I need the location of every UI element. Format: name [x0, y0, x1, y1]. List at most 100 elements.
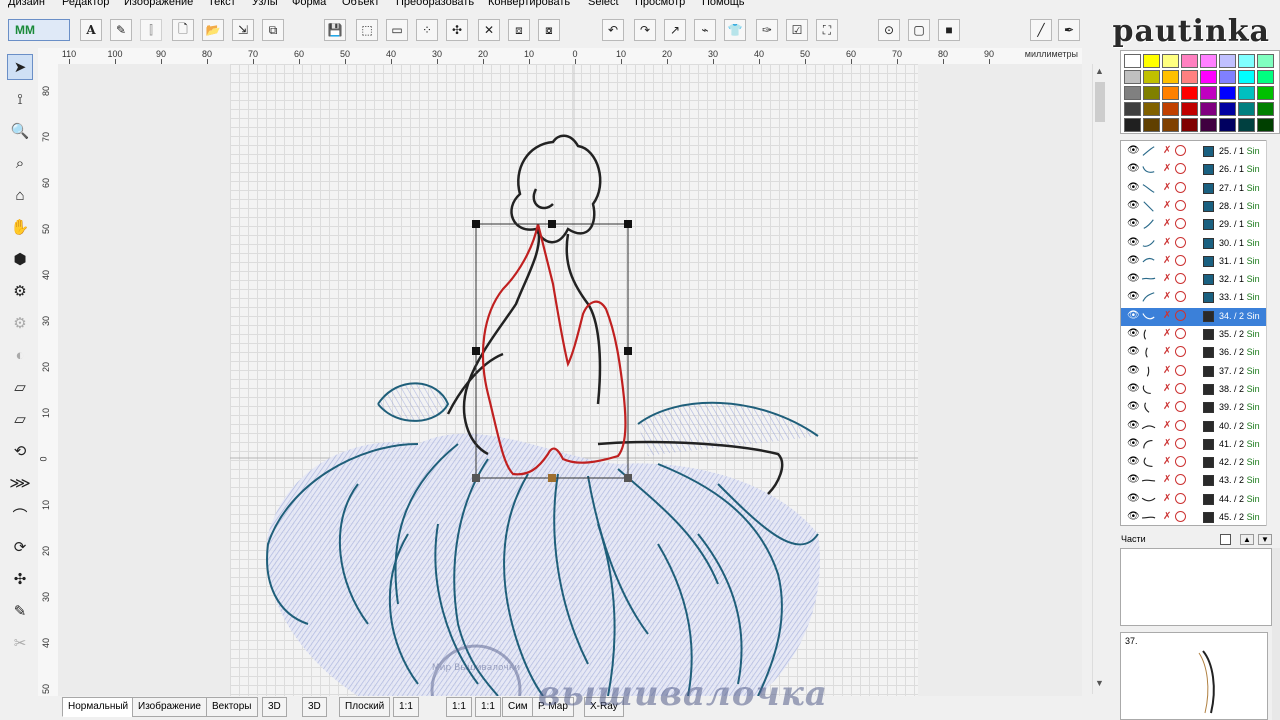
- eye-icon[interactable]: 👁: [1127, 218, 1140, 229]
- eye-icon[interactable]: 👁: [1127, 328, 1140, 339]
- group-icon[interactable]: ⧈: [508, 19, 530, 41]
- color-swatch[interactable]: [1162, 86, 1179, 100]
- handle-middle-right[interactable]: [624, 347, 632, 355]
- eye-icon[interactable]: 👁: [1127, 291, 1140, 302]
- needle-icon[interactable]: [1175, 236, 1186, 248]
- handle-top-right[interactable]: [624, 220, 632, 228]
- import-icon[interactable]: ⇲: [232, 19, 254, 41]
- menu-item[interactable]: Узлы: [252, 0, 278, 8]
- thread-color-swatch[interactable]: [1203, 146, 1214, 157]
- delete-icon[interactable]: ✕: [478, 19, 500, 41]
- needle-icon[interactable]: [1175, 163, 1186, 175]
- object-row[interactable]: 👁 ✗ 41. / 2 Sin: [1121, 436, 1279, 454]
- design-canvas[interactable]: Мир Вышивалочки: [58, 64, 1082, 696]
- stop-mark-icon[interactable]: ✗: [1163, 237, 1171, 248]
- eye-icon[interactable]: 👁: [1127, 163, 1140, 174]
- color-swatch[interactable]: [1219, 86, 1236, 100]
- eye-icon[interactable]: 👁: [1127, 255, 1140, 266]
- eye-icon[interactable]: 👁: [1127, 474, 1140, 485]
- color-swatch[interactable]: [1162, 118, 1179, 132]
- ungroup-icon[interactable]: ⧇: [538, 19, 560, 41]
- text-tool-button[interactable]: A: [80, 19, 102, 41]
- needle-icon[interactable]: [1175, 309, 1186, 321]
- stop-mark-icon[interactable]: ✗: [1163, 346, 1171, 357]
- select-rect-icon[interactable]: ⬚: [356, 19, 378, 41]
- shirt-icon[interactable]: 👕: [724, 19, 746, 41]
- color-swatch[interactable]: [1162, 102, 1179, 116]
- color-swatch[interactable]: [1257, 102, 1274, 116]
- object-row[interactable]: 👁 ✗ 33. / 1 Sin: [1121, 289, 1279, 307]
- selected-object-contour[interactable]: [481, 223, 627, 476]
- color-swatch[interactable]: [1200, 118, 1217, 132]
- color-swatch[interactable]: [1124, 86, 1141, 100]
- eye-icon[interactable]: 👁: [1127, 420, 1140, 431]
- object-row[interactable]: 👁 ✗ 36. / 2 Sin: [1121, 344, 1279, 362]
- tool-curve-icon[interactable]: ⌒: [7, 502, 33, 528]
- object-row[interactable]: 👁 ✗ 31. / 1 Sin: [1121, 253, 1279, 271]
- needle-icon[interactable]: [1175, 511, 1186, 522]
- thread-color-swatch[interactable]: [1203, 438, 1214, 450]
- color-swatch[interactable]: [1200, 86, 1217, 100]
- color-swatch[interactable]: [1200, 102, 1217, 116]
- thread-color-swatch[interactable]: [1203, 475, 1214, 487]
- eye-icon[interactable]: 👁: [1127, 365, 1140, 376]
- color-swatch[interactable]: [1143, 86, 1160, 100]
- tab-view[interactable]: 1:1: [475, 697, 501, 717]
- object-row[interactable]: 👁 ✗ 26. / 1 Sin: [1121, 161, 1279, 179]
- color-swatch[interactable]: [1143, 70, 1160, 84]
- stop-mark-icon[interactable]: ✗: [1163, 420, 1171, 431]
- tab-view[interactable]: Сим: [502, 697, 534, 717]
- needle-icon[interactable]: [1175, 291, 1186, 303]
- color-swatch[interactable]: [1238, 118, 1255, 132]
- tool-fill-icon[interactable]: ◐: [7, 342, 33, 368]
- tool-run-icon[interactable]: ▱: [7, 374, 33, 400]
- text-frame-icon[interactable]: ⫿: [140, 19, 162, 41]
- color-swatch[interactable]: [1238, 70, 1255, 84]
- thread-color-swatch[interactable]: [1203, 182, 1214, 194]
- needle-icon[interactable]: [1175, 382, 1186, 394]
- thread-color-swatch[interactable]: [1203, 402, 1214, 414]
- stop-mark-icon[interactable]: ✗: [1163, 493, 1171, 504]
- color-swatch[interactable]: [1143, 54, 1160, 68]
- color-swatch[interactable]: [1257, 118, 1274, 132]
- object-row[interactable]: 👁 ✗ 42. / 2 Sin: [1121, 454, 1279, 472]
- tool-zoom-1-icon[interactable]: ⌕: [7, 150, 33, 176]
- color-swatch[interactable]: [1238, 54, 1255, 68]
- undo-icon[interactable]: ↶: [602, 19, 624, 41]
- copy-icon[interactable]: ⧉: [262, 19, 284, 41]
- object-row[interactable]: 👁 ✗ 28. / 1 Sin: [1121, 198, 1279, 216]
- thread-color-swatch[interactable]: [1203, 292, 1214, 304]
- object-row[interactable]: 👁 ✗ 34. / 2 Sin: [1121, 307, 1279, 326]
- needle-icon[interactable]: [1175, 437, 1186, 449]
- thread-color-swatch[interactable]: [1203, 457, 1214, 469]
- tool-knife-icon[interactable]: ✂: [7, 630, 33, 656]
- color-swatch[interactable]: [1162, 70, 1179, 84]
- eye-icon[interactable]: 👁: [1127, 383, 1140, 394]
- tab-view[interactable]: Нормальный: [62, 697, 135, 717]
- save-icon[interactable]: 💾: [324, 19, 346, 41]
- thread-color-swatch[interactable]: [1203, 329, 1214, 340]
- thread-color-swatch[interactable]: [1203, 365, 1214, 377]
- node-add-icon[interactable]: ✣: [446, 19, 468, 41]
- stop-mark-icon[interactable]: ✗: [1163, 383, 1171, 394]
- needle-icon[interactable]: [1175, 346, 1186, 358]
- thread-color-swatch[interactable]: [1203, 274, 1214, 286]
- stop-mark-icon[interactable]: ✗: [1163, 401, 1171, 412]
- color-swatch[interactable]: [1238, 86, 1255, 100]
- eye-icon[interactable]: 👁: [1127, 237, 1140, 248]
- parts-down-button[interactable]: ▼: [1258, 534, 1272, 545]
- menu-item[interactable]: Дизайн: [8, 0, 45, 8]
- menu-item[interactable]: Просмотр: [635, 0, 685, 8]
- open-icon[interactable]: 📂: [202, 19, 224, 41]
- object-row[interactable]: 👁 ✗ 38. / 2 Sin: [1121, 381, 1279, 399]
- object-row[interactable]: 👁 ✗ 37. / 2 Sin: [1121, 363, 1279, 381]
- tool-shape-icon[interactable]: ⬢: [7, 246, 33, 272]
- color-swatch[interactable]: [1124, 102, 1141, 116]
- color-swatch[interactable]: [1143, 102, 1160, 116]
- rect-icon[interactable]: ▭: [386, 19, 408, 41]
- color-swatch[interactable]: [1181, 102, 1198, 116]
- handle-middle-left[interactable]: [472, 347, 480, 355]
- object-row[interactable]: 👁 ✗ 45. / 2 Sin: [1121, 509, 1279, 525]
- object-row[interactable]: 👁 ✗ 44. / 2 Sin: [1121, 491, 1279, 509]
- stop-mark-icon[interactable]: ✗: [1163, 511, 1171, 522]
